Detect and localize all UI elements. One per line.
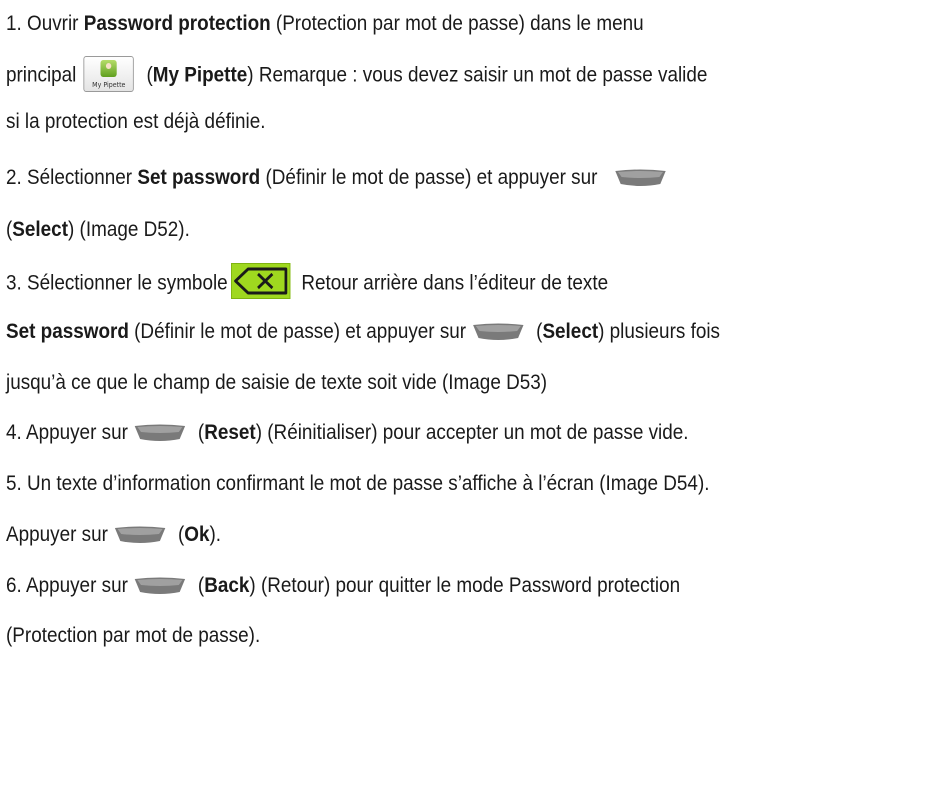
my-pipette-icon: My Pipette bbox=[83, 56, 134, 92]
soft-key-icon bbox=[133, 577, 187, 595]
soft-key-icon bbox=[614, 169, 668, 187]
soft-key-icon bbox=[113, 526, 167, 544]
step-2-line-2: (Select) (Image D52). bbox=[6, 218, 190, 241]
step-4-line-1: 4. Appuyer sur (Reset) (Réinitialiser) p… bbox=[6, 421, 689, 444]
step-3-line-2: Set password (Définir le mot de passe) e… bbox=[6, 320, 720, 343]
menu-name-password-protection: Password protection bbox=[83, 12, 271, 35]
step-3-line-3: jusqu’à ce que le champ de saisie de tex… bbox=[6, 371, 548, 394]
step-5-line-2: Appuyer sur (Ok). bbox=[6, 523, 222, 546]
step-3-line-1: 3. Sélectionner le symbole Retour arrièr… bbox=[6, 263, 608, 299]
step-1-line-3: si la protection est déjà définie. bbox=[6, 110, 266, 133]
step-5-line-1: 5. Un texte d’information confirmant le … bbox=[6, 472, 710, 495]
step-1-line-1: 1. Ouvrir Password protection (Protectio… bbox=[6, 12, 644, 35]
step-6-line-1: 6. Appuyer sur (Back) (Retour) pour quit… bbox=[6, 574, 681, 597]
soft-key-icon bbox=[471, 323, 525, 341]
backspace-icon bbox=[231, 263, 291, 299]
step-1-line-2: principal My Pipette (My Pipette) Remarqu… bbox=[6, 56, 707, 92]
step-2-line-1: 2. Sélectionner Set password (Définir le… bbox=[6, 165, 673, 191]
soft-key-icon bbox=[133, 424, 187, 442]
step-6-line-2: (Protection par mot de passe). bbox=[6, 624, 261, 647]
